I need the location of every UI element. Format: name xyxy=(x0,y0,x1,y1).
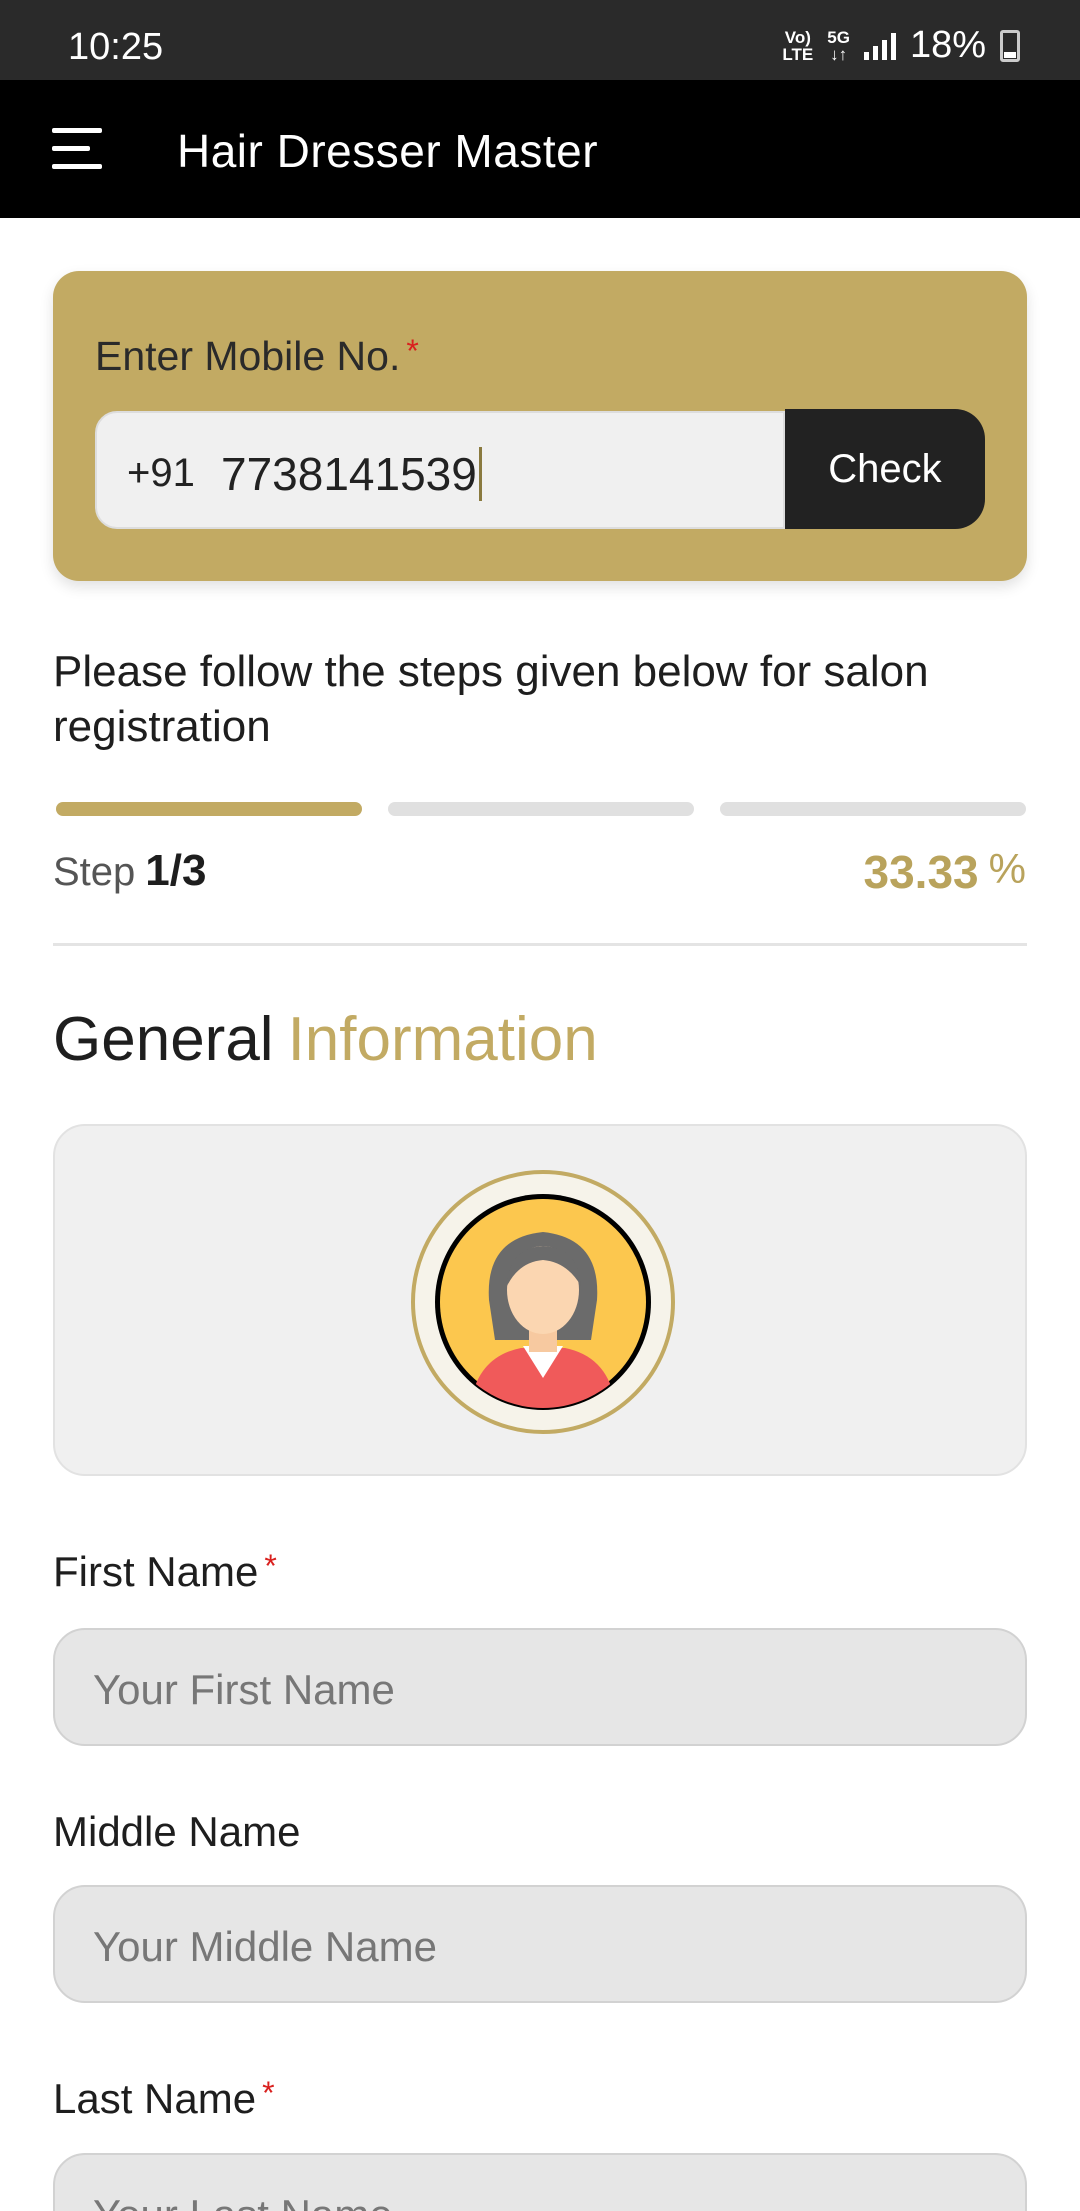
battery-icon xyxy=(1000,29,1020,62)
menu-icon[interactable] xyxy=(52,128,106,170)
mobile-number-input[interactable]: +91 7738141539 xyxy=(95,411,785,529)
middle-name-label: Middle Name xyxy=(53,1808,301,1855)
first-name-placeholder: Your First Name xyxy=(93,1666,395,1713)
required-mark: * xyxy=(262,2075,275,2111)
avatar[interactable] xyxy=(411,1170,675,1434)
divider xyxy=(53,943,1027,946)
first-name-input[interactable]: Your First Name xyxy=(53,1628,1027,1746)
step-count: 1/3 xyxy=(145,846,207,895)
network-5g-icon: 5G ↓↑ xyxy=(827,27,850,64)
last-name-input[interactable]: Your Last Name xyxy=(53,2153,1027,2211)
signal-icon xyxy=(863,32,896,60)
mobile-label: Enter Mobile No. * xyxy=(95,333,419,379)
required-mark: * xyxy=(406,333,419,369)
middle-name-input[interactable]: Your Middle Name xyxy=(53,1885,1027,2003)
app-title: Hair Dresser Master xyxy=(177,125,599,177)
middle-name-placeholder: Your Middle Name xyxy=(93,1923,437,1970)
volte-icon: Vo) LTE xyxy=(782,27,814,64)
progress-segment-1 xyxy=(56,802,362,816)
check-button[interactable]: Check xyxy=(785,409,985,529)
registration-instructions: Please follow the steps given below for … xyxy=(53,647,929,751)
mobile-check-card: Enter Mobile No. * +91 7738141539 Check xyxy=(53,271,1027,581)
country-code: +91 xyxy=(127,451,195,495)
status-icons: Vo) LTE 5G ↓↑ 18% xyxy=(782,24,1020,67)
last-name-placeholder: Your Last Name xyxy=(93,2191,393,2211)
mobile-number-value[interactable]: 7738141539 xyxy=(221,447,482,501)
app-bar: Hair Dresser Master xyxy=(0,80,1080,218)
first-name-label: First Name * xyxy=(53,1548,277,1595)
female-avatar-icon xyxy=(435,1194,651,1410)
last-name-label: Last Name * xyxy=(53,2075,275,2122)
required-mark: * xyxy=(264,1548,277,1584)
progress-segment-2 xyxy=(388,802,694,816)
battery-percent: 18% xyxy=(909,24,986,66)
progress-percent: 33.33% xyxy=(863,845,1026,898)
status-time: 10:25 xyxy=(68,26,164,68)
progress-segment-3 xyxy=(720,802,1026,816)
step-indicator: Step 1/3 xyxy=(53,846,207,895)
status-bar: 10:25 Vo) LTE 5G ↓↑ 18% xyxy=(0,0,1080,80)
profile-photo-upload[interactable] xyxy=(53,1124,1027,1476)
section-title: General Information xyxy=(53,1005,598,1074)
